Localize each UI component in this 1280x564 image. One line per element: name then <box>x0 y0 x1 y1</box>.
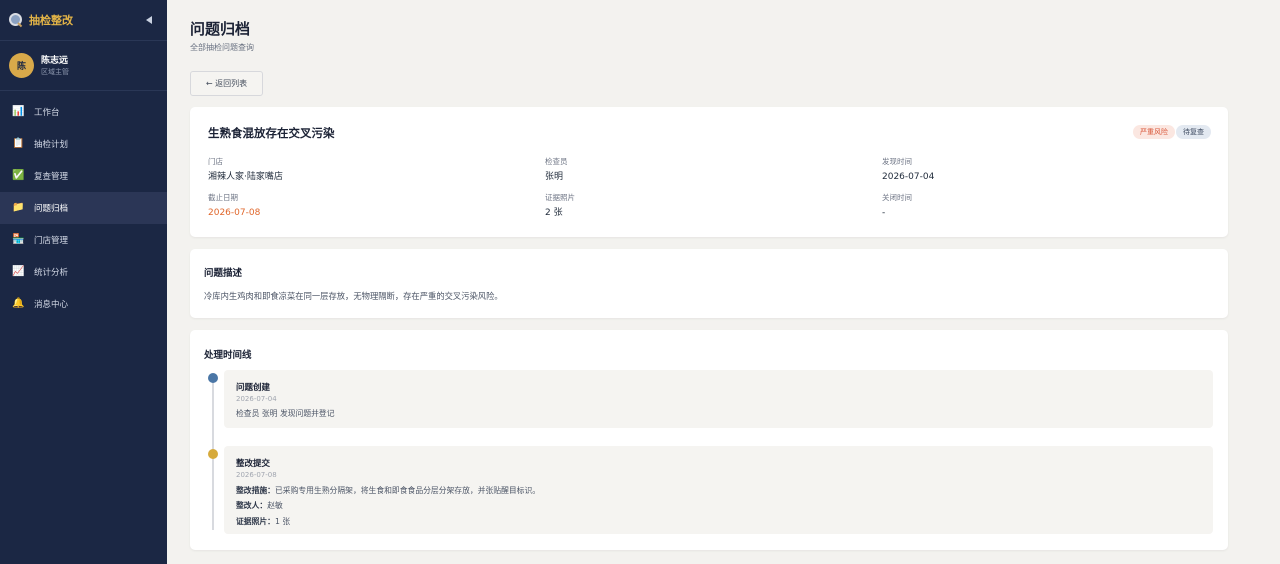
trend-icon: 📈 <box>12 266 25 277</box>
sidebar-item-label: 工作台 <box>34 108 60 118</box>
timeline-dot <box>208 449 218 459</box>
sidebar-item-statistics[interactable]: 📈 统计分析 <box>0 256 167 288</box>
sidebar-item-recheck[interactable]: ✅ 复查管理 <box>0 160 167 192</box>
found-time-label: 发现时间 <box>882 157 912 166</box>
measure-label: 整改措施： <box>236 486 275 495</box>
status-badge: 待复查 <box>1176 125 1211 139</box>
event-photos-value: 1 张 <box>274 517 291 526</box>
closed-time-field: 关闭时间 - <box>882 193 1182 219</box>
timeline-title: 处理时间线 <box>204 350 252 361</box>
photos-field: 证据照片 2 张 <box>545 193 845 219</box>
photos-label: 证据照片 <box>545 193 575 202</box>
person-label: 整改人： <box>236 501 268 510</box>
risk-badge: 严重风险 <box>1133 125 1175 139</box>
inspector-field: 检查员 张明 <box>545 157 845 183</box>
inspector-value: 张明 <box>545 172 564 182</box>
store-label: 门店 <box>208 157 223 166</box>
avatar: 陈 <box>9 53 34 78</box>
description-card: 问题描述 冷库内生鸡肉和即食凉菜在同一层存放，无物理隔断，存在严重的交叉污染风险… <box>190 249 1228 318</box>
photos-value: 2 张 <box>545 208 563 218</box>
chart-icon: 📊 <box>12 106 25 117</box>
found-time-field: 发现时间 2026-07-04 <box>882 157 1182 183</box>
person-value: 赵敏 <box>267 501 283 510</box>
issue-title: 生熟食混放存在交叉污染 <box>208 126 335 140</box>
sidebar-item-messages[interactable]: 🔔 消息中心 <box>0 288 167 320</box>
timeline-event: 整改提交 2026-07-08 整改措施：已采购专用生熟分隔架，将生食和即食食品… <box>224 446 1213 534</box>
sidebar-item-label: 复查管理 <box>34 172 69 182</box>
inspector-label: 检查员 <box>545 157 568 166</box>
sidebar-item-label: 问题归档 <box>34 204 69 214</box>
description-text: 冷库内生鸡肉和即食凉菜在同一层存放，无物理隔断，存在严重的交叉污染风险。 <box>204 291 503 301</box>
sidebar-item-issue-archive[interactable]: 📁 问题归档 <box>0 192 167 224</box>
sidebar-item-stores[interactable]: 🏪 门店管理 <box>0 224 167 256</box>
collapse-sidebar-icon[interactable] <box>146 16 152 24</box>
back-to-list-button[interactable]: ← 返回列表 <box>190 71 263 96</box>
check-icon: ✅ <box>12 170 25 181</box>
user-role: 区域主管 <box>41 67 69 76</box>
folder-icon: 📁 <box>12 202 25 213</box>
event-detail: 检查员 张明 发现问题并登记 <box>236 409 335 418</box>
event-photos-label: 证据照片： <box>236 517 275 526</box>
sidebar-item-label: 消息中心 <box>34 300 69 310</box>
deadline-field: 截止日期 2026-07-08 <box>208 193 508 219</box>
sidebar-item-label: 统计分析 <box>34 268 69 278</box>
store-icon: 🏪 <box>12 234 25 245</box>
closed-time-label: 关闭时间 <box>882 193 912 202</box>
user-profile[interactable]: 陈 陈志远 区域主管 <box>0 41 167 91</box>
page-title: 问题归档 <box>190 20 251 38</box>
sidebar-nav: 📊 工作台 📋 抽检计划 ✅ 复查管理 📁 问题归档 🏪 门店管理 📈 统计分析… <box>0 96 167 320</box>
brand-header: 抽检整改 <box>0 0 167 41</box>
sidebar-item-label: 门店管理 <box>34 236 69 246</box>
closed-time-value: - <box>882 208 886 218</box>
timeline-dot <box>208 373 218 383</box>
event-photos: 证据照片：1 张 <box>236 516 290 527</box>
found-time-value: 2026-07-04 <box>882 172 935 182</box>
main-content: 问题归档 全部抽检问题查询 ← 返回列表 生熟食混放存在交叉污染 严重风险 待复… <box>167 0 1280 564</box>
measure-value: 已采购专用生熟分隔架，将生食和即食食品分层分架存放，并张贴醒目标识。 <box>274 486 541 495</box>
deadline-label: 截止日期 <box>208 193 238 202</box>
deadline-value: 2026-07-08 <box>208 208 261 218</box>
store-value: 湘辣人家·陆家嘴店 <box>208 172 283 182</box>
event-date: 2026-07-04 <box>236 395 277 403</box>
sidebar-item-label: 抽检计划 <box>34 140 69 150</box>
event-person: 整改人：赵敏 <box>236 500 283 511</box>
page-subtitle: 全部抽检问题查询 <box>190 43 254 52</box>
bell-icon: 🔔 <box>12 298 25 309</box>
sidebar-item-dashboard[interactable]: 📊 工作台 <box>0 96 167 128</box>
timeline-card: 处理时间线 问题创建 2026-07-04 检查员 张明 发现问题并登记 整改提… <box>190 330 1228 550</box>
sidebar-item-inspection-plan[interactable]: 📋 抽检计划 <box>0 128 167 160</box>
store-field: 门店 湘辣人家·陆家嘴店 <box>208 157 508 183</box>
event-measure: 整改措施：已采购专用生熟分隔架，将生食和即食食品分层分架存放，并张贴醒目标识。 <box>236 485 540 496</box>
event-date: 2026-07-08 <box>236 471 277 479</box>
event-title: 问题创建 <box>236 383 271 393</box>
description-title: 问题描述 <box>204 268 243 279</box>
event-title: 整改提交 <box>236 459 271 469</box>
sidebar: 抽检整改 陈 陈志远 区域主管 📊 工作台 📋 抽检计划 ✅ 复查管理 📁 问题… <box>0 0 167 564</box>
issue-info-card: 生熟食混放存在交叉污染 严重风险 待复查 门店 湘辣人家·陆家嘴店 检查员 张明… <box>190 107 1228 237</box>
user-name: 陈志远 <box>41 55 69 66</box>
clipboard-icon: 📋 <box>12 138 25 149</box>
app-title: 抽检整改 <box>29 14 73 27</box>
magnifier-icon <box>9 13 23 27</box>
timeline-event: 问题创建 2026-07-04 检查员 张明 发现问题并登记 <box>224 370 1213 428</box>
